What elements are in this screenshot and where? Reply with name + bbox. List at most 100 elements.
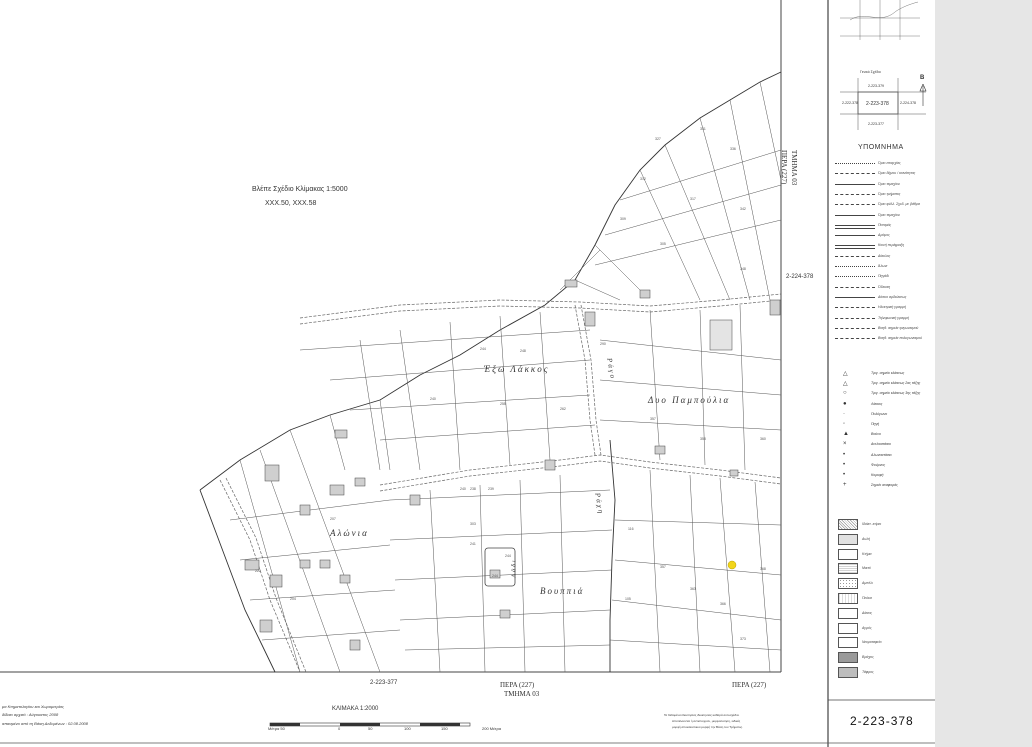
village-bottom-line2: ΤΜΗΜΑ 03	[504, 690, 540, 698]
svg-text:348: 348	[740, 267, 746, 271]
legend-line-item: Όδευση	[835, 284, 930, 294]
svg-text:368: 368	[760, 567, 766, 571]
legend-line-item: Άλωνι	[835, 263, 930, 273]
scale-tick-1: 50	[368, 726, 373, 731]
legend-line-item: Όριο τμήματος	[835, 191, 930, 201]
scale-tick-4: 200 Μέτρα	[482, 726, 502, 731]
svg-text:222: 222	[255, 569, 261, 573]
legend-line-item: Βοηθ. σημεία πολυγωνισμού	[835, 335, 930, 345]
legend-line-item: Δίαυλος	[835, 253, 930, 263]
note-line1: Τα δεδομένα ιδιοκτησίας ιδιοκτησίας καθα…	[664, 713, 740, 717]
svg-text:312: 312	[640, 177, 646, 181]
legend-line-symbol	[835, 204, 875, 209]
agency-line2: δίδαιο αρχικό : Αύγουστος 2008	[2, 712, 59, 717]
key-south: 2-223-377	[868, 122, 884, 126]
legend-point-label: Αλωνοστάσιο	[871, 452, 892, 457]
legend-area-label: Κτήμα	[862, 551, 872, 556]
scale-tick-2: 100	[404, 726, 411, 731]
legend-point-label: Σημείο αναφοράς	[871, 483, 898, 488]
key-east: 2-224-378	[900, 101, 916, 105]
svg-text:309: 309	[620, 217, 626, 221]
legend-point-symbol-icon: ◦	[843, 421, 846, 427]
legend-area-swatch	[838, 607, 858, 619]
place-dyo-pampoulia: Δυο Παμπούλια	[648, 395, 731, 405]
legend-line-symbol	[835, 245, 875, 250]
legend-point-label: Τριγ. σημείο κλάσεως 3ης τάξης	[871, 391, 921, 396]
legend-area-swatch	[838, 652, 858, 664]
cadastral-map-sheet: 327 331 336 312 317 342 309 305 348 244 248 290 …	[0, 0, 1032, 747]
legend-area-swatch	[838, 622, 858, 634]
svg-text:336: 336	[730, 147, 736, 151]
svg-text:240: 240	[460, 487, 466, 491]
adjacent-sheet-south: 2-223-377	[370, 680, 398, 686]
svg-text:248: 248	[520, 349, 526, 353]
legend-line-symbol	[835, 193, 875, 199]
legend-line-item: Ποταμός	[835, 222, 930, 232]
legend-line-symbol	[835, 266, 875, 271]
svg-text:241: 241	[470, 542, 476, 546]
legend-line-symbol	[835, 235, 875, 240]
legend-line-label: Βοηθ. σημεία πολυγωνισμού	[878, 336, 923, 341]
legend-line-label: Τηλεφωνική γραμμή	[878, 315, 909, 320]
village-bottom-line1: ΠΕΡΑ (227)	[500, 681, 535, 689]
legend-line-symbol	[835, 224, 875, 229]
note-line3: μορφή αποκλειστικού μορφή την Βάση του Τ…	[672, 725, 743, 729]
svg-text:204: 204	[290, 597, 296, 601]
scale-title: ΚΛΙΜΑΚΑ 1:2000	[332, 706, 379, 712]
legend-area-label: Μικτό	[862, 566, 871, 571]
legend-line-label: Όριο τεμαχίου	[878, 212, 900, 217]
svg-text:303: 303	[470, 522, 476, 526]
svg-text:116: 116	[628, 527, 634, 531]
legend-line-label: Δίκτυο αρδεύσεως	[878, 294, 907, 299]
note-line2: Αποτελούνται ή αντιστοιχούν, μορφοποίηση…	[672, 719, 741, 723]
key-center: 2-223-378	[866, 101, 889, 107]
legend-point-symbol-icon: ·	[843, 410, 845, 417]
place-alonia: Αλώνια	[330, 528, 369, 538]
legend-line-symbol	[835, 338, 875, 343]
legend-point-label: Τριγ. σημείο κλάσεως 2ας τάξης	[871, 381, 921, 386]
legend-area-label: Ιδιόκτ. κτίριο	[862, 522, 882, 526]
legend-line-label: Όριο τμήματος	[878, 191, 901, 196]
svg-text:240: 240	[430, 397, 436, 401]
legend-point-label: Τριγ. σημείο κλάσεως	[871, 371, 905, 375]
legend-area-label: Τάφρος	[862, 670, 874, 674]
legend-point-label: Πηγή	[871, 422, 880, 426]
legend-line-label: Όριο δήμου / κοινότητας	[878, 171, 916, 176]
legend-line-item: Δρόμος	[835, 232, 930, 242]
village-right-line1: ΠΕΡΑ (227)	[780, 150, 788, 185]
inset-title-line2: XXX.50, XXX.58	[265, 200, 317, 207]
svg-text:358: 358	[700, 437, 706, 441]
svg-text:244: 244	[492, 574, 498, 578]
svg-text:244: 244	[480, 347, 486, 351]
legend-area-swatch	[838, 667, 858, 678]
sheet-number: 2-223-378	[850, 714, 914, 728]
legend-line-item: Κοινή περίφραξη	[835, 242, 930, 252]
scale-tick-0: 0	[338, 726, 341, 731]
legend-line-label: Δρόμος	[878, 233, 890, 238]
svg-text:327: 327	[655, 137, 661, 141]
legend-area-swatch	[838, 593, 858, 604]
svg-text:290: 290	[600, 342, 606, 346]
legend-line-symbol	[835, 173, 875, 178]
legend-line-symbol	[835, 183, 875, 189]
legend-point-symbol-icon: •	[843, 472, 846, 478]
svg-text:244: 244	[505, 554, 511, 558]
legend-line-label: Ηλεκτρική γραμμή	[878, 305, 906, 310]
legend-point-label: Αντλιοστάσιο	[871, 442, 891, 447]
legend-line-label: Όριο επαρχίας	[878, 161, 901, 165]
legend-line-symbol	[835, 317, 875, 323]
legend-line-symbol	[835, 307, 875, 312]
legend-line-item: Πηγάδι	[835, 273, 930, 283]
legend-area-swatch	[838, 563, 858, 575]
legend-point-label: Πολύγωνο	[871, 411, 888, 416]
legend-point-symbol-icon: △	[843, 381, 848, 388]
legend-point-label: Βούνο	[871, 432, 881, 437]
legend-line-item: Τηλεφωνική γραμμή	[835, 315, 930, 325]
svg-text:207: 207	[330, 517, 336, 521]
svg-text:305: 305	[660, 242, 666, 246]
key-west: 2-222-378	[842, 101, 858, 105]
legend-line-item: Ηλεκτρική γραμμή	[835, 304, 930, 314]
legend-line-label: Κοινή περίφραξη	[878, 243, 905, 248]
place-exo-lakkos: Έξω Λάκκος	[484, 364, 550, 374]
legend-line-item: Όριο τεμαχίου	[835, 212, 930, 222]
